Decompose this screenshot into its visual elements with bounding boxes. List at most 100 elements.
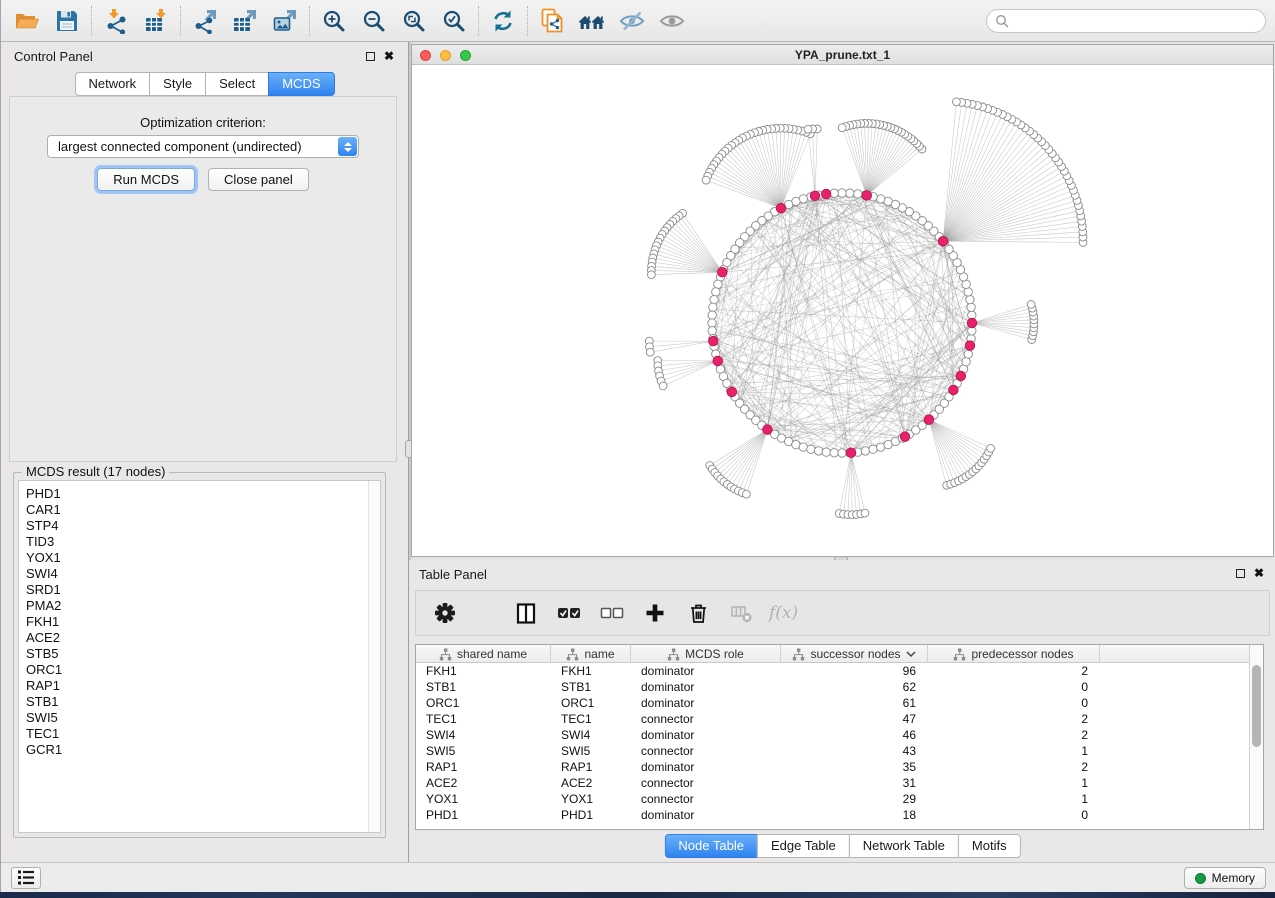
show-task-history-button[interactable]	[11, 867, 41, 889]
mcds-result-item[interactable]: SRD1	[19, 582, 380, 598]
network-node[interactable]	[861, 447, 869, 455]
mcds-dominator-node[interactable]	[938, 236, 948, 246]
table-scrollbar[interactable]	[1249, 645, 1263, 829]
create-column-button[interactable]	[640, 597, 670, 629]
export-table-button[interactable]	[225, 3, 265, 39]
network-node[interactable]	[838, 449, 846, 457]
network-node[interactable]	[854, 190, 862, 198]
mcds-dominator-node[interactable]	[862, 191, 872, 201]
show-columns-button[interactable]	[511, 597, 541, 629]
mcds-dominator-node[interactable]	[727, 387, 737, 397]
mcds-dominator-node[interactable]	[965, 341, 975, 351]
tab-network-table[interactable]: Network Table	[849, 834, 959, 858]
column-header-name[interactable]: name	[551, 645, 631, 663]
zoom-in-button[interactable]	[314, 3, 354, 39]
network-node[interactable]	[659, 382, 667, 390]
mcds-result-item[interactable]: CAR1	[19, 502, 380, 518]
export-network-button[interactable]	[185, 3, 225, 39]
save-session-button[interactable]	[47, 3, 87, 39]
tab-motifs[interactable]: Motifs	[958, 834, 1021, 858]
import-table-button[interactable]	[136, 3, 176, 39]
table-row[interactable]: SWI5SWI5connector431	[416, 743, 1249, 759]
network-node[interactable]	[967, 303, 975, 311]
table-scrollbar-thumb[interactable]	[1252, 665, 1261, 747]
column-header-predecessor-nodes[interactable]: predecessor nodes	[928, 645, 1100, 663]
mcds-list-scrollbar[interactable]	[368, 481, 380, 832]
network-node[interactable]	[799, 443, 807, 451]
delete-column-button[interactable]	[683, 597, 713, 629]
mcds-result-item[interactable]: ACE2	[19, 630, 380, 646]
refresh-layout-button[interactable]	[483, 3, 523, 39]
mcds-result-item[interactable]: STB5	[19, 646, 380, 662]
mcds-result-item[interactable]: GCR1	[19, 742, 380, 758]
network-node[interactable]	[964, 350, 972, 358]
tab-select[interactable]: Select	[205, 72, 269, 96]
mcds-dominator-node[interactable]	[713, 356, 723, 366]
network-node[interactable]	[953, 98, 961, 106]
network-node[interactable]	[861, 509, 869, 517]
network-node[interactable]	[708, 319, 716, 327]
network-node[interactable]	[830, 449, 838, 457]
hide-selected-button[interactable]	[612, 3, 652, 39]
tab-node-table[interactable]: Node Table	[664, 834, 758, 858]
mcds-result-item[interactable]: FKH1	[19, 614, 380, 630]
zoom-out-button[interactable]	[354, 3, 394, 39]
network-node[interactable]	[702, 176, 710, 184]
network-node[interactable]	[804, 125, 812, 133]
network-node[interactable]	[710, 295, 718, 303]
tab-edge-table[interactable]: Edge Table	[757, 834, 850, 858]
mcds-result-item[interactable]: STP4	[19, 518, 380, 534]
close-panel-icon[interactable]: ✖	[1254, 569, 1264, 578]
zoom-selected-button[interactable]	[434, 3, 474, 39]
mcds-dominator-node[interactable]	[846, 448, 856, 458]
network-node[interactable]	[648, 271, 656, 279]
table-row[interactable]: SWI4SWI4dominator462	[416, 727, 1249, 743]
mcds-result-item[interactable]: TID3	[19, 534, 380, 550]
optimization-criterion-dropdown[interactable]: largest connected component (undirected)	[47, 135, 359, 158]
table-settings-button[interactable]	[430, 597, 460, 629]
mcds-result-item[interactable]: STB1	[19, 694, 380, 710]
tab-style[interactable]: Style	[149, 72, 206, 96]
mcds-dominator-node[interactable]	[718, 267, 728, 277]
tab-mcds[interactable]: MCDS	[268, 72, 334, 96]
float-panel-icon[interactable]	[366, 52, 375, 61]
memory-button[interactable]: Memory	[1184, 867, 1266, 889]
table-row[interactable]: TEC1TEC1connector472	[416, 711, 1249, 727]
float-panel-icon[interactable]	[1236, 569, 1245, 578]
column-header-shared-name[interactable]: shared name	[416, 645, 551, 663]
select-all-columns-button[interactable]	[554, 597, 584, 629]
network-node[interactable]	[966, 295, 974, 303]
mcds-result-item[interactable]: ORC1	[19, 662, 380, 678]
copy-style-button[interactable]	[532, 3, 572, 39]
search-input[interactable]	[1010, 11, 1265, 31]
table-row[interactable]: FKH1FKH1dominator962	[416, 663, 1249, 679]
table-row[interactable]: RAP1RAP1dominator352	[416, 759, 1249, 775]
mcds-result-item[interactable]: PHD1	[19, 486, 380, 502]
network-node[interactable]	[814, 447, 822, 455]
network-node[interactable]	[743, 490, 751, 498]
network-node[interactable]	[838, 189, 846, 197]
table-row[interactable]: STB1STB1dominator620	[416, 679, 1249, 695]
network-node[interactable]	[838, 124, 846, 132]
network-node[interactable]	[646, 348, 654, 356]
network-canvas[interactable]	[412, 65, 1273, 556]
mcds-result-item[interactable]: YOX1	[19, 550, 380, 566]
mcds-dominator-node[interactable]	[776, 203, 786, 213]
network-node[interactable]	[987, 444, 995, 452]
zoom-fit-button[interactable]	[394, 3, 434, 39]
mcds-result-item[interactable]: PMA2	[19, 598, 380, 614]
first-neighbors-button[interactable]	[572, 3, 612, 39]
run-mcds-button[interactable]: Run MCDS	[97, 168, 195, 191]
network-window-titlebar[interactable]: YPA_prune.txt_1	[412, 45, 1273, 65]
mcds-dominator-node[interactable]	[709, 336, 719, 346]
mcds-dominator-node[interactable]	[967, 318, 977, 328]
mcds-dominator-node[interactable]	[924, 415, 934, 425]
network-node[interactable]	[846, 189, 854, 197]
show-all-button[interactable]	[652, 3, 692, 39]
network-node[interactable]	[708, 327, 716, 335]
network-node[interactable]	[712, 288, 720, 296]
mcds-result-item[interactable]: TEC1	[19, 726, 380, 742]
network-node[interactable]	[877, 195, 885, 203]
mcds-dominator-node[interactable]	[949, 385, 959, 395]
mcds-result-item[interactable]: SWI5	[19, 710, 380, 726]
